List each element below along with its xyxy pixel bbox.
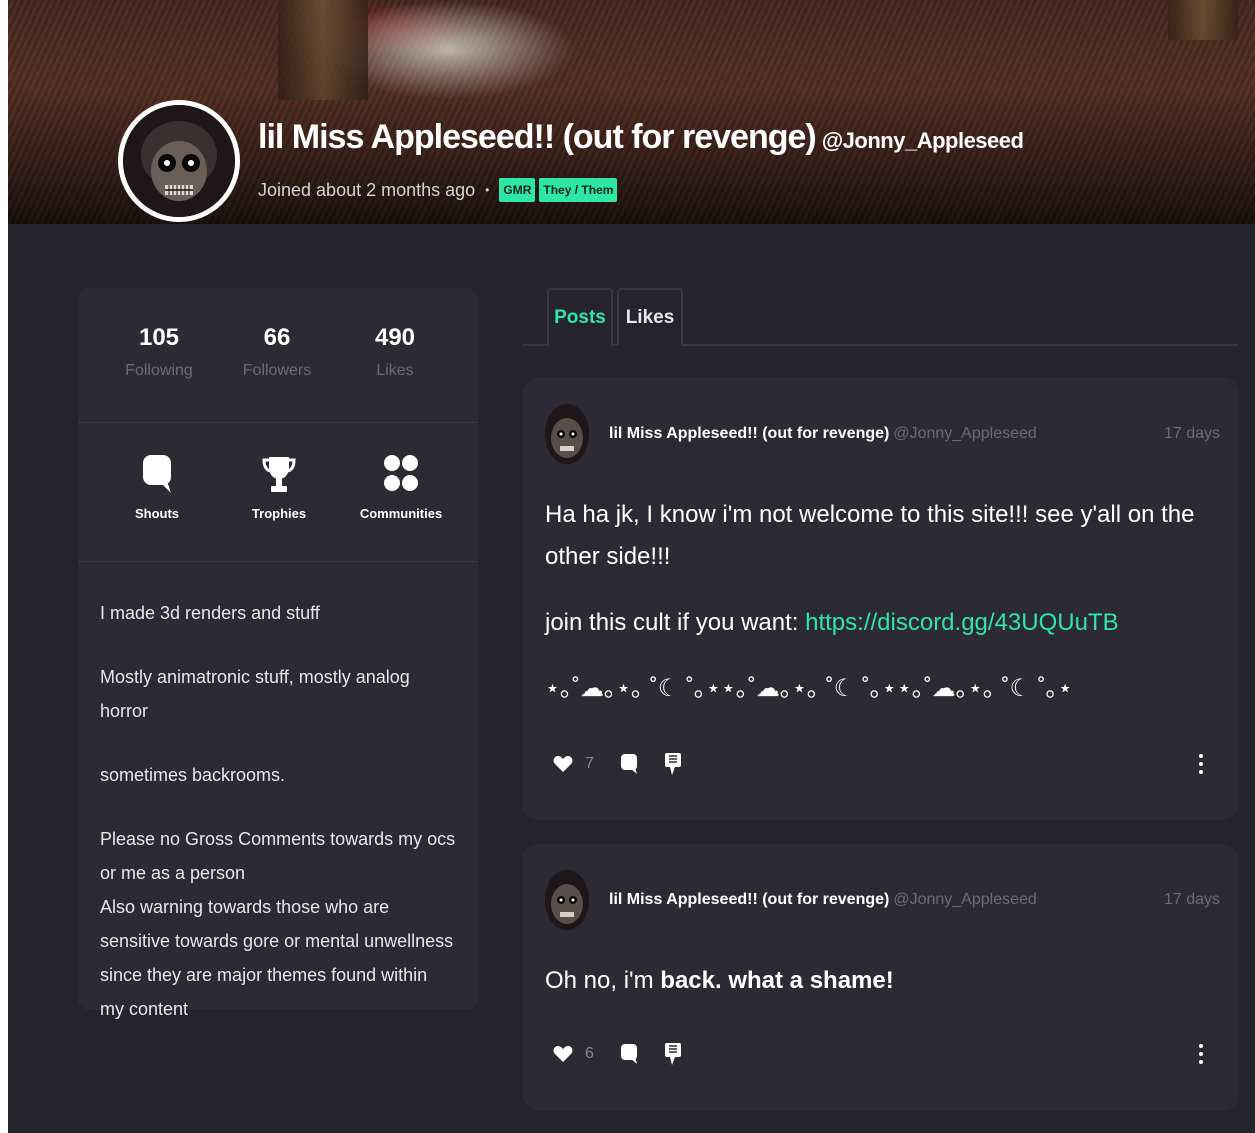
author-name: lil Miss Appleseed!! (out for revenge): [609, 891, 890, 908]
profile-meta: Joined about 2 months ago • GMR They / T…: [258, 178, 621, 202]
post-text: Oh no, i'm back. what a shame!: [545, 960, 1205, 1002]
stats-row: 105 Following 66 Followers 490 Likes: [78, 288, 478, 423]
dislike-button[interactable]: [664, 752, 682, 776]
tag-pronouns: They / Them: [539, 178, 618, 202]
more-options-icon[interactable]: [1199, 1044, 1203, 1064]
post-header: lil Miss Appleseed!! (out for revenge) @J…: [545, 404, 1220, 464]
like-button[interactable]: [553, 755, 573, 773]
post-text-bold: back. what a shame!: [660, 967, 894, 994]
action-label: Shouts: [134, 506, 180, 521]
bio-line: Mostly animatronic stuff, mostly analog …: [100, 667, 410, 721]
communities-button[interactable]: Communities: [340, 423, 462, 561]
stat-label: Likes: [376, 362, 414, 379]
profile-bio: I made 3d renders and stuff Mostly anima…: [78, 562, 478, 1026]
more-options-icon[interactable]: [1199, 754, 1203, 774]
author-name: lil Miss Appleseed!! (out for revenge): [609, 425, 890, 442]
comment-icon: [620, 754, 637, 774]
profile-handle[interactable]: @Jonny_Appleseed: [822, 128, 1024, 153]
bio-line: Also warning towards those who are sensi…: [100, 897, 454, 1019]
tag-gmr: GMR: [499, 178, 536, 202]
author-handle: @Jonny_Appleseed: [893, 891, 1037, 908]
grid-dots-icon: [384, 455, 418, 491]
discord-link[interactable]: https://discord.gg/43UQUuTB: [805, 609, 1118, 636]
post-text: ⋆｡˚☁︎｡⋆｡ ˚☾ ˚｡⋆⋆｡˚☁︎｡⋆｡ ˚☾ ˚｡⋆⋆｡˚☁︎｡⋆｡ ˚…: [545, 675, 1073, 702]
post-actions: 6: [553, 1042, 1203, 1066]
bio-line: Please no Gross Comments towards my ocs …: [100, 829, 456, 883]
post-time: 17 days: [1163, 891, 1220, 908]
post-header: lil Miss Appleseed!! (out for revenge) @J…: [545, 870, 1220, 930]
profile-title: lil Miss Appleseed!! (out for revenge) @J…: [258, 118, 1024, 157]
post-avatar[interactable]: [545, 870, 589, 930]
post-card: lil Miss Appleseed!! (out for revenge) @J…: [523, 378, 1238, 820]
like-count: 7: [585, 755, 594, 772]
thumbs-down-icon: [664, 753, 681, 775]
stat-following[interactable]: 105 Following: [100, 288, 218, 422]
post-avatar[interactable]: [545, 404, 589, 464]
dislike-button[interactable]: [664, 1042, 682, 1066]
post-time: 17 days: [1163, 425, 1220, 442]
speech-bubble-icon: [143, 455, 171, 493]
post-body: Ha ha jk, I know i'm not welcome to this…: [545, 494, 1205, 734]
action-label: Communities: [359, 506, 443, 521]
post-text: join this cult if you want: https://disc…: [545, 602, 1205, 644]
stat-value: 490: [374, 324, 416, 351]
tab-posts[interactable]: Posts: [547, 288, 613, 346]
post-text-plain: Oh no, i'm: [545, 967, 661, 994]
stat-value: 66: [263, 324, 291, 351]
joined-date: Joined about 2 months ago: [258, 179, 476, 200]
comment-icon: [620, 1044, 637, 1064]
stat-likes[interactable]: 490 Likes: [336, 288, 454, 422]
trophies-button[interactable]: Trophies: [218, 423, 340, 561]
heart-icon: [553, 1046, 573, 1062]
post-actions: 7: [553, 752, 1203, 776]
comment-button[interactable]: [620, 1043, 638, 1065]
post-body: Oh no, i'm back. what a shame!: [545, 960, 1205, 1026]
shouts-button[interactable]: Shouts: [96, 423, 218, 561]
tab-likes[interactable]: Likes: [617, 288, 683, 346]
thumbs-down-icon: [664, 1043, 681, 1065]
like-button[interactable]: [553, 1045, 573, 1063]
display-name: lil Miss Appleseed!! (out for revenge): [258, 118, 817, 156]
stat-label: Following: [125, 362, 193, 379]
profile-page: lil Miss Appleseed!! (out for revenge) @J…: [8, 0, 1255, 1133]
meta-separator: •: [485, 183, 490, 197]
like-count: 6: [585, 1045, 594, 1062]
stat-value: 105: [138, 324, 180, 351]
heart-icon: [553, 756, 573, 772]
post-card: lil Miss Appleseed!! (out for revenge) @J…: [523, 844, 1238, 1110]
profile-tabs: Posts Likes: [523, 288, 1238, 346]
profile-avatar[interactable]: [118, 100, 240, 222]
post-author[interactable]: lil Miss Appleseed!! (out for revenge) @J…: [609, 425, 1037, 443]
profile-sidebar: 105 Following 66 Followers 490 Likes Sho…: [78, 288, 478, 1019]
comment-button[interactable]: [620, 753, 638, 775]
post-text: Ha ha jk, I know i'm not welcome to this…: [545, 501, 1195, 570]
stat-label: Followers: [242, 362, 312, 379]
bio-line: sometimes backrooms.: [100, 765, 286, 785]
author-handle: @Jonny_Appleseed: [893, 425, 1037, 442]
post-text-prefix: join this cult if you want:: [545, 609, 806, 636]
action-label: Trophies: [251, 506, 307, 521]
stat-followers[interactable]: 66 Followers: [218, 288, 336, 422]
trophy-icon: [262, 457, 296, 492]
avatar-image: [545, 870, 589, 930]
bio-line: I made 3d renders and stuff: [100, 603, 320, 623]
avatar-image: [545, 404, 589, 464]
avatar-image: [123, 105, 235, 217]
post-author[interactable]: lil Miss Appleseed!! (out for revenge) @J…: [609, 891, 1037, 909]
actions-row: Shouts Trophies Communities: [78, 423, 478, 562]
